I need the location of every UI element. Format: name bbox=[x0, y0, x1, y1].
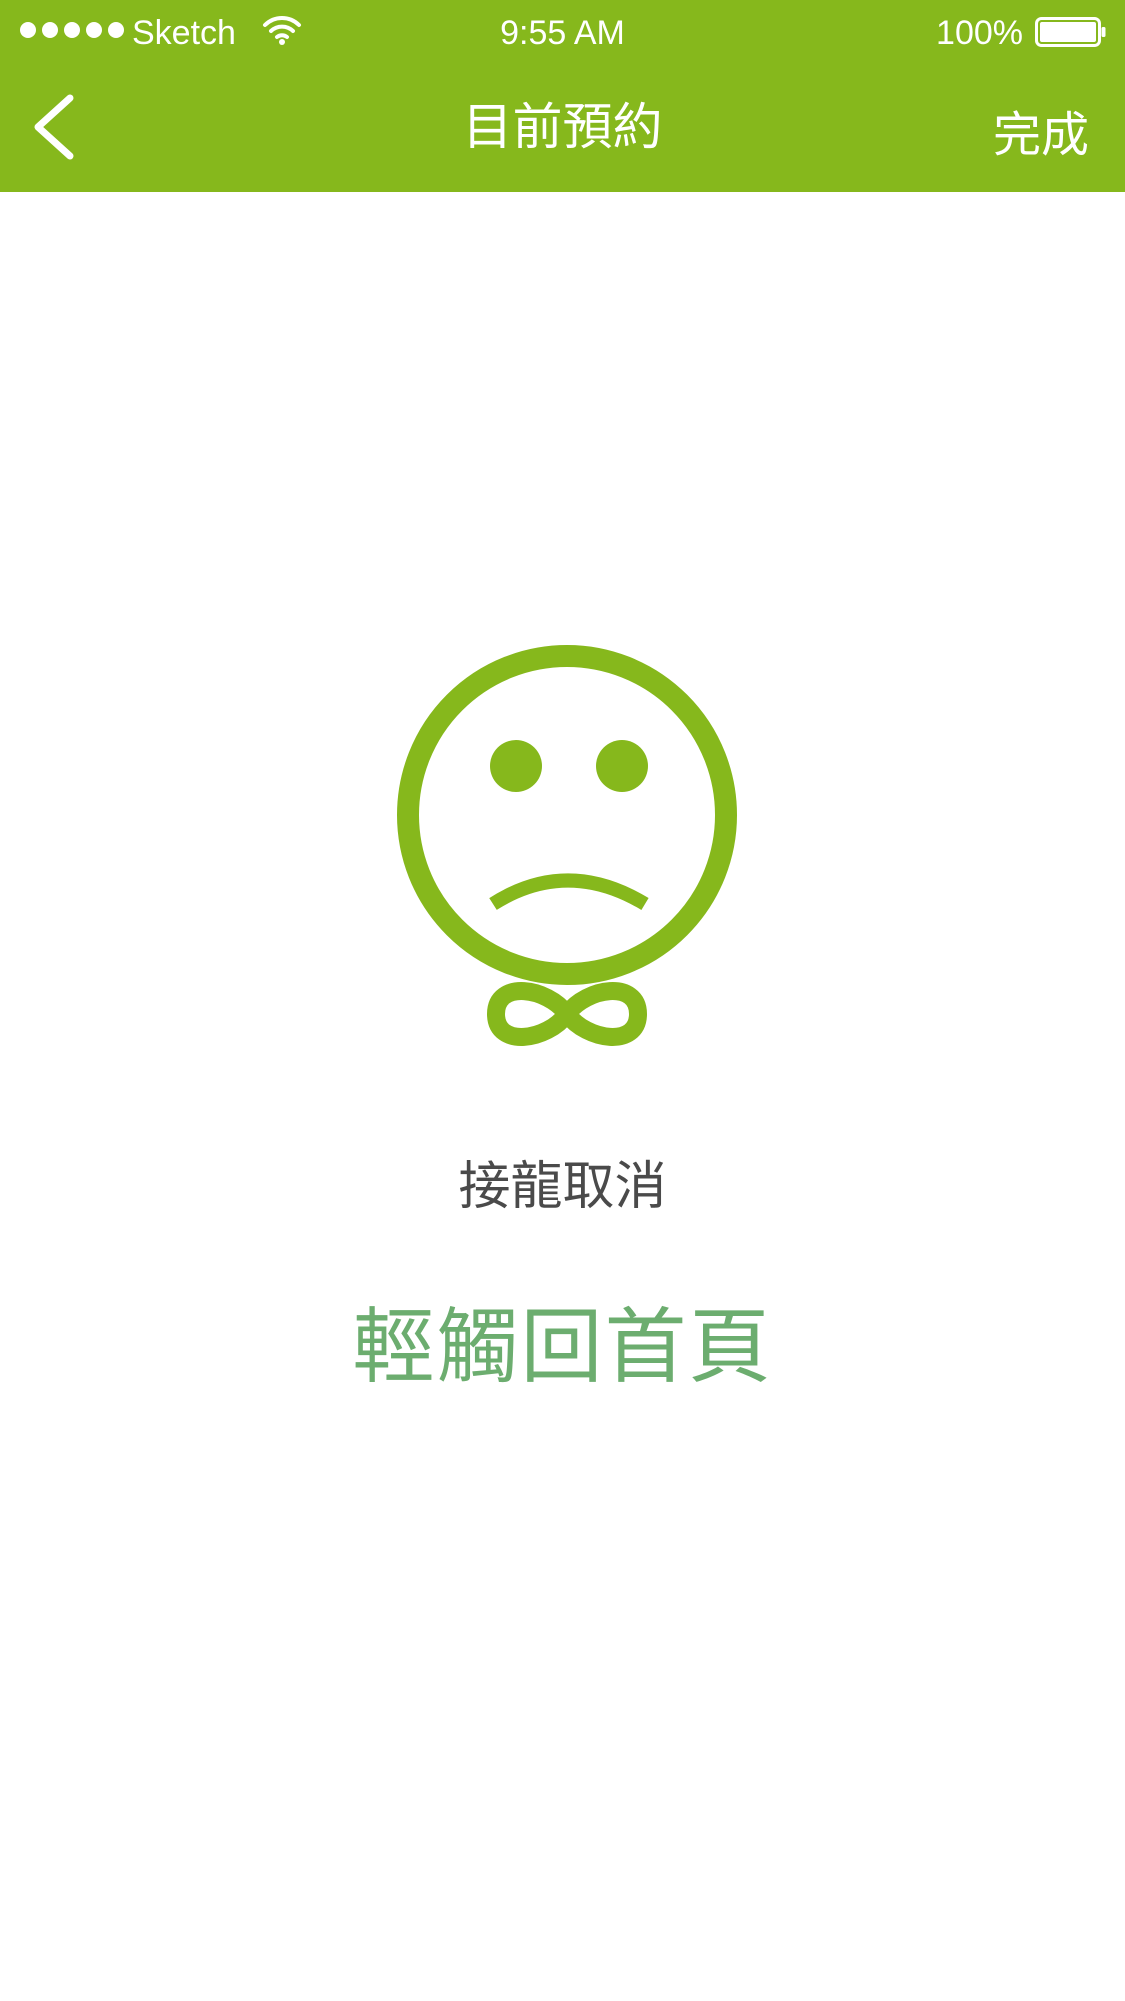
status-bar: Sketch 9:55 AM 100% bbox=[0, 0, 1125, 66]
screen: Sketch 9:55 AM 100% 目前預約 完成 接龍取消 輕觸回首頁 bbox=[0, 0, 1125, 2001]
header: Sketch 9:55 AM 100% 目前預約 完成 bbox=[0, 0, 1125, 192]
battery-full-icon bbox=[1035, 17, 1106, 47]
back-to-home-link[interactable]: 輕觸回首頁 bbox=[0, 1298, 1125, 1398]
battery-percent: 100% bbox=[936, 14, 1023, 52]
nav-bar: 目前預約 完成 bbox=[0, 66, 1125, 192]
done-button[interactable]: 完成 bbox=[993, 104, 1089, 166]
page-title: 目前預約 bbox=[462, 98, 663, 156]
sad-face-icon bbox=[397, 645, 737, 1046]
status-message: 接龍取消 bbox=[458, 1157, 667, 1217]
